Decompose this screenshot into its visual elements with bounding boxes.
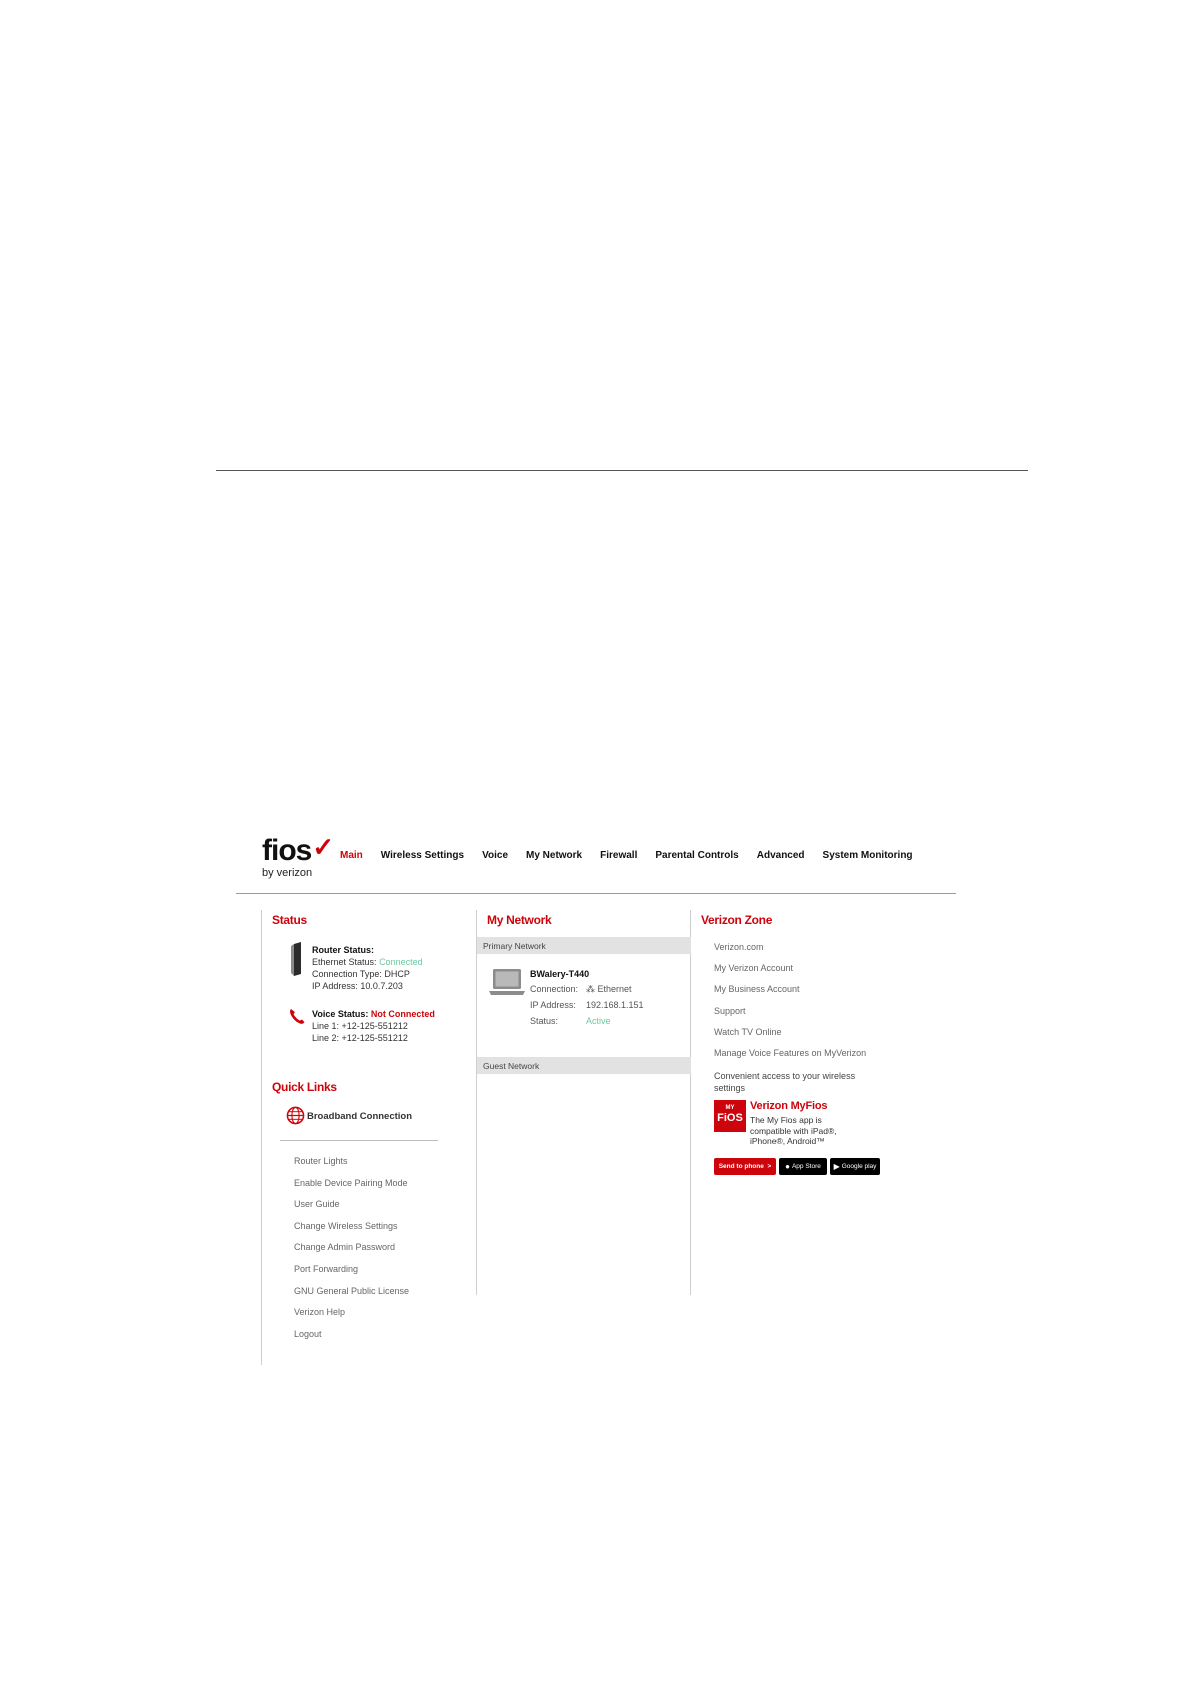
device-status-row: Status: Active xyxy=(530,1016,611,1026)
voice-status: Voice Status: Not Connected Line 1: +12-… xyxy=(312,1008,435,1044)
nav-system-monitoring[interactable]: System Monitoring xyxy=(823,850,913,861)
top-navigation: Main Wireless Settings Voice My Network … xyxy=(340,850,913,861)
nav-wireless-settings[interactable]: Wireless Settings xyxy=(381,850,464,861)
nav-firewall[interactable]: Firewall xyxy=(600,850,637,861)
router-status-label: Router Status: xyxy=(312,945,375,955)
nav-my-network[interactable]: My Network xyxy=(526,850,582,861)
wireless-access-note: Convenient access to your wireless setti… xyxy=(714,1071,856,1093)
google-play-label: Google play xyxy=(841,1163,877,1170)
link-verizon-com[interactable]: Verizon.com xyxy=(714,942,866,963)
logo-byline: by verizon xyxy=(262,867,313,879)
phone-icon xyxy=(290,1009,305,1024)
quick-links-divider xyxy=(280,1140,438,1141)
page-divider xyxy=(216,470,1028,471)
primary-network-header: Primary Network xyxy=(477,937,691,954)
verizon-zone-title: Verizon Zone xyxy=(701,913,773,927)
myfios-app-description: The My Fios app is compatible with iPad®… xyxy=(750,1115,837,1146)
voice-line-2: Line 2: +12-125-551212 xyxy=(312,1033,408,1043)
device-connection-label: Connection: xyxy=(530,984,579,994)
link-watch-tv-online[interactable]: Watch TV Online xyxy=(714,1027,866,1048)
status-column: Status Router Status: Ethernet Status: C… xyxy=(261,910,476,1365)
google-play-badge[interactable]: ▶ Google play xyxy=(830,1158,880,1175)
broadband-connection-link[interactable]: Broadband Connection xyxy=(307,1111,412,1122)
my-network-title: My Network xyxy=(487,913,552,927)
quick-link-change-wireless[interactable]: Change Wireless Settings xyxy=(294,1221,409,1243)
link-my-verizon-account[interactable]: My Verizon Account xyxy=(714,963,866,984)
apple-icon: ● xyxy=(785,1162,790,1171)
quick-links-title: Quick Links xyxy=(272,1080,337,1094)
play-icon: ▶ xyxy=(833,1162,840,1171)
my-network-column: My Network Primary Network BWalery-T440 … xyxy=(476,910,691,1295)
quick-links-list: Router Lights Enable Device Pairing Mode… xyxy=(294,1156,409,1350)
link-support[interactable]: Support xyxy=(714,1006,866,1027)
quick-link-change-admin-password[interactable]: Change Admin Password xyxy=(294,1242,409,1264)
link-my-business-account[interactable]: My Business Account xyxy=(714,984,866,1005)
quick-link-user-guide[interactable]: User Guide xyxy=(294,1199,409,1221)
laptop-icon[interactable] xyxy=(488,967,526,997)
connection-type: Connection Type: DHCP xyxy=(312,969,410,979)
myfios-logo-top: MY xyxy=(725,1105,735,1111)
quick-link-device-pairing[interactable]: Enable Device Pairing Mode xyxy=(294,1178,409,1200)
nav-voice[interactable]: Voice xyxy=(482,850,508,861)
myfios-app-logo: MY FiOS xyxy=(714,1100,746,1132)
nav-advanced[interactable]: Advanced xyxy=(757,850,805,861)
header-divider xyxy=(236,893,956,894)
ethernet-status-value: Connected xyxy=(379,957,423,967)
send-to-phone-button[interactable]: Send to phone > xyxy=(714,1158,776,1175)
router-status: Router Status: Ethernet Status: Connecte… xyxy=(312,944,423,992)
checkmark-icon: ✓ xyxy=(312,832,334,862)
router-icon xyxy=(291,942,301,976)
device-connection-value: Ethernet xyxy=(597,984,632,994)
device-connection-row: Connection: ⁂ Ethernet xyxy=(530,984,632,995)
quick-link-port-forwarding[interactable]: Port Forwarding xyxy=(294,1264,409,1286)
status-title: Status xyxy=(272,913,307,927)
ethernet-status-label: Ethernet Status: xyxy=(312,957,377,967)
globe-icon xyxy=(286,1106,305,1125)
app-badges: Send to phone > ● App Store ▶ Google pla… xyxy=(714,1158,880,1175)
device-status-value: Active xyxy=(586,1016,611,1026)
voice-status-value: Not Connected xyxy=(370,1009,435,1019)
quick-link-gnu-license[interactable]: GNU General Public License xyxy=(294,1286,409,1308)
app-store-badge[interactable]: ● App Store xyxy=(779,1158,827,1175)
fios-logo[interactable]: fios ✓ by verizon xyxy=(262,832,334,879)
link-manage-voice-features[interactable]: Manage Voice Features on MyVerizon xyxy=(714,1048,866,1069)
chevron-right-icon: > xyxy=(767,1163,772,1170)
myfios-app-title: Verizon MyFios xyxy=(750,1100,828,1112)
nav-main[interactable]: Main xyxy=(340,850,363,861)
device-ip-row: IP Address: 192.168.1.151 xyxy=(530,1000,644,1010)
device-status-label: Status: xyxy=(530,1016,559,1026)
verizon-zone-links: Verizon.com My Verizon Account My Busine… xyxy=(714,942,866,1069)
quick-link-router-lights[interactable]: Router Lights xyxy=(294,1156,409,1178)
router-ui-screenshot: fios ✓ by verizon Main Wireless Settings… xyxy=(236,830,956,1370)
nav-parental-controls[interactable]: Parental Controls xyxy=(655,850,738,861)
device-ip-value: 192.168.1.151 xyxy=(586,1000,644,1010)
myfios-logo-bottom: FiOS xyxy=(717,1112,743,1124)
send-to-phone-label: Send to phone xyxy=(718,1163,764,1170)
device-name[interactable]: BWalery-T440 xyxy=(530,969,589,979)
voice-line-1: Line 1: +12-125-551212 xyxy=(312,1021,408,1031)
quick-link-verizon-help[interactable]: Verizon Help xyxy=(294,1307,409,1329)
quick-link-logout[interactable]: Logout xyxy=(294,1329,409,1351)
guest-network-header: Guest Network xyxy=(477,1057,691,1074)
device-ip-label: IP Address: xyxy=(530,1000,576,1010)
router-ip-address: IP Address: 10.0.7.203 xyxy=(312,981,403,991)
app-store-label: App Store xyxy=(791,1163,821,1170)
ethernet-icon: ⁂ xyxy=(586,984,595,994)
voice-status-label: Voice Status: xyxy=(312,1009,369,1019)
logo-wordmark: fios xyxy=(262,834,312,867)
